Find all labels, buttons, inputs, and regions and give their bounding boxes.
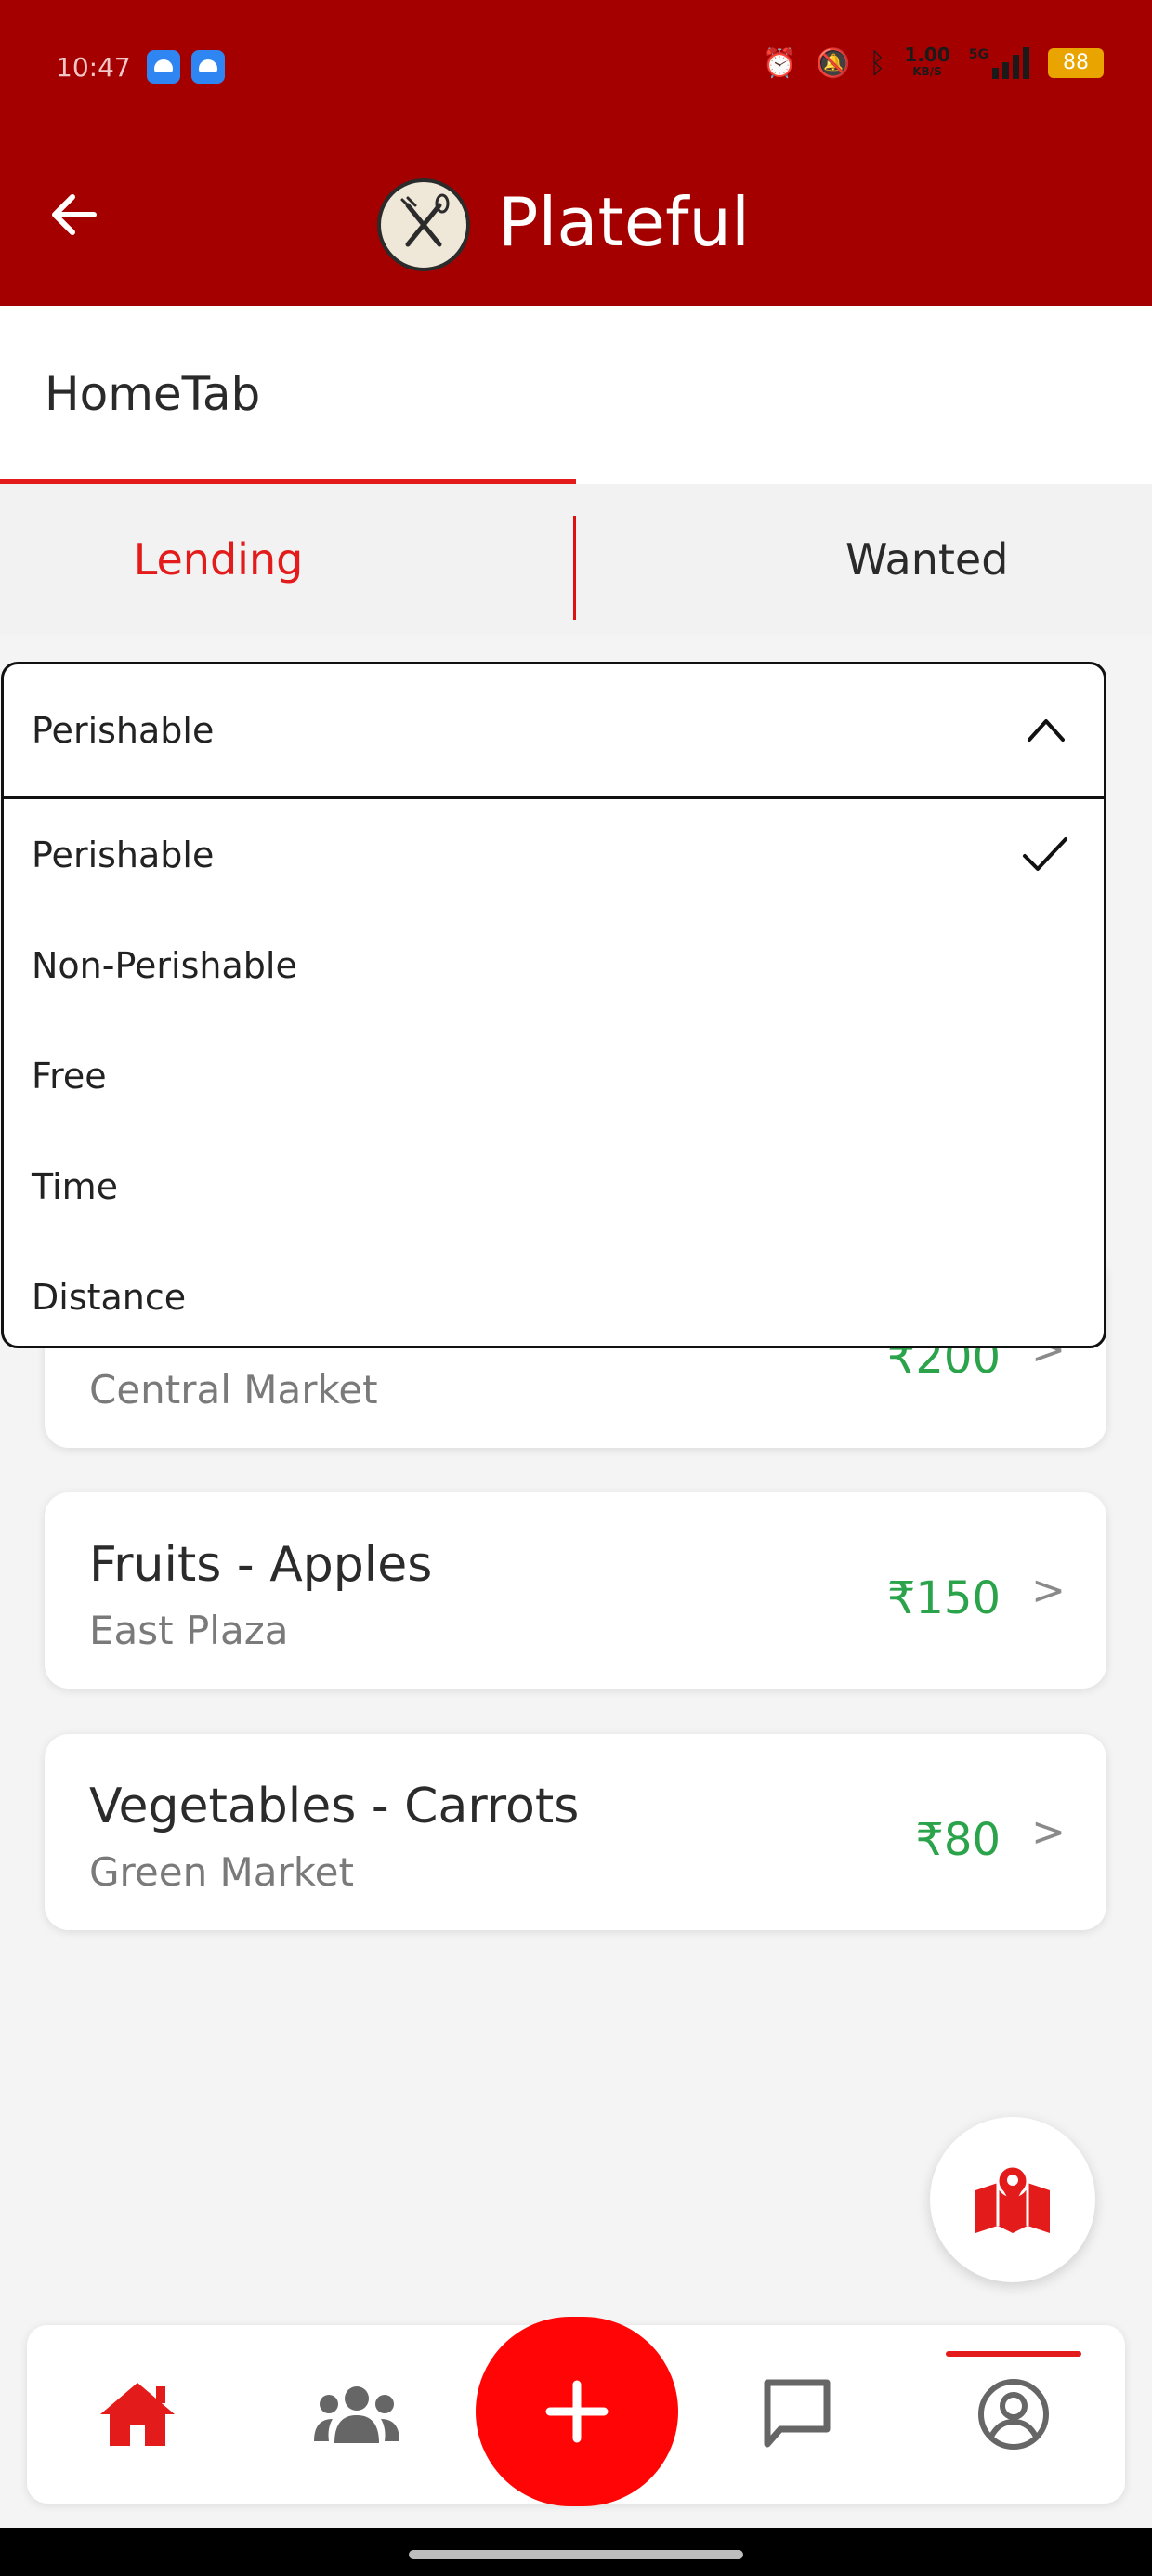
notification-app-icon <box>147 50 180 84</box>
listing-location: East Plaza <box>89 1608 289 1653</box>
filter-dropdown: Perishable Perishable Non-Perishable Fre… <box>1 662 1106 1348</box>
filter-option-label: Non-Perishable <box>32 944 297 986</box>
profile-icon <box>978 2379 1049 2450</box>
network-speed: 1.00 KB/S <box>904 46 949 80</box>
nav-active-indicator <box>946 2351 1081 2357</box>
chat-icon <box>764 2379 831 2448</box>
notification-app-icon <box>191 50 225 84</box>
fork-knife-icon <box>400 193 450 247</box>
listing-price: ₹150 <box>886 1572 1001 1624</box>
alarm-icon: ⏰ <box>762 46 798 80</box>
filter-option-label: Distance <box>32 1276 187 1318</box>
mute-icon: 🔕 <box>816 46 851 80</box>
listing-title: Fruits - Apples <box>89 1537 433 1593</box>
community-icon <box>314 2386 399 2443</box>
battery-indicator: 88 <box>1048 48 1104 78</box>
map-marker-icon <box>975 2164 1050 2233</box>
tab-divider <box>573 516 576 620</box>
listing-location: Central Market <box>89 1367 378 1413</box>
network-type: 5G <box>968 47 988 62</box>
nav-chat[interactable] <box>723 2325 871 2504</box>
plateful-logo <box>377 178 470 271</box>
listing-card[interactable]: Fruits - Apples East Plaza ₹150 > <box>45 1492 1106 1689</box>
filter-option-label: Perishable <box>32 834 215 875</box>
tab-bar: Lending Wanted <box>0 484 1152 635</box>
status-icons: ⏰ 🔕 ᛒ 1.00 KB/S 5G 88 <box>763 46 1104 80</box>
app-title: Plateful <box>498 183 751 261</box>
chevron-right-icon: > <box>1031 1808 1066 1856</box>
listing-card[interactable]: Vegetables - Carrots Green Market ₹80 > <box>45 1734 1106 1930</box>
chevron-right-icon: > <box>1031 1567 1066 1614</box>
nav-home[interactable] <box>63 2325 212 2504</box>
add-listing-button[interactable] <box>476 2317 678 2506</box>
section-header: HomeTab <box>0 306 1152 484</box>
nav-community[interactable] <box>282 2325 431 2504</box>
filter-option-time[interactable]: Time <box>4 1131 1104 1242</box>
gesture-handle[interactable] <box>409 2550 743 2559</box>
back-arrow-icon <box>52 194 97 235</box>
tab-lending[interactable]: Lending <box>0 484 437 635</box>
filter-option-free[interactable]: Free <box>4 1020 1104 1131</box>
listing-location: Green Market <box>89 1849 354 1895</box>
filter-selected-value: Perishable <box>32 710 215 751</box>
filter-option-distance[interactable]: Distance <box>4 1242 1104 1346</box>
app-bar: 10:47 ⏰ 🔕 ᛒ 1.00 KB/S 5G 88 Plateful <box>0 0 1152 306</box>
filter-options: Perishable Non-Perishable Free Time Dist… <box>4 799 1104 1346</box>
filter-option-non-perishable[interactable]: Non-Perishable <box>4 910 1104 1020</box>
filter-select[interactable]: Perishable <box>4 664 1104 799</box>
page-title: HomeTab <box>45 367 261 421</box>
home-icon <box>100 2383 175 2446</box>
back-button[interactable] <box>41 182 106 247</box>
filter-option-perishable[interactable]: Perishable <box>4 799 1104 910</box>
filter-option-label: Free <box>32 1055 107 1097</box>
filter-option-label: Time <box>32 1165 118 1207</box>
signal-icon: 5G <box>969 47 1029 79</box>
listing-title: Vegetables - Carrots <box>89 1779 580 1834</box>
tab-wanted[interactable]: Wanted <box>576 484 1152 635</box>
chevron-up-icon <box>1028 719 1065 742</box>
status-time: 10:47 <box>56 52 131 83</box>
add-icon <box>545 2380 609 2443</box>
bluetooth-icon: ᛒ <box>869 46 886 80</box>
checkmark-icon <box>1023 836 1067 871</box>
map-button[interactable] <box>930 2117 1095 2282</box>
listing-price: ₹80 <box>915 1814 1001 1866</box>
